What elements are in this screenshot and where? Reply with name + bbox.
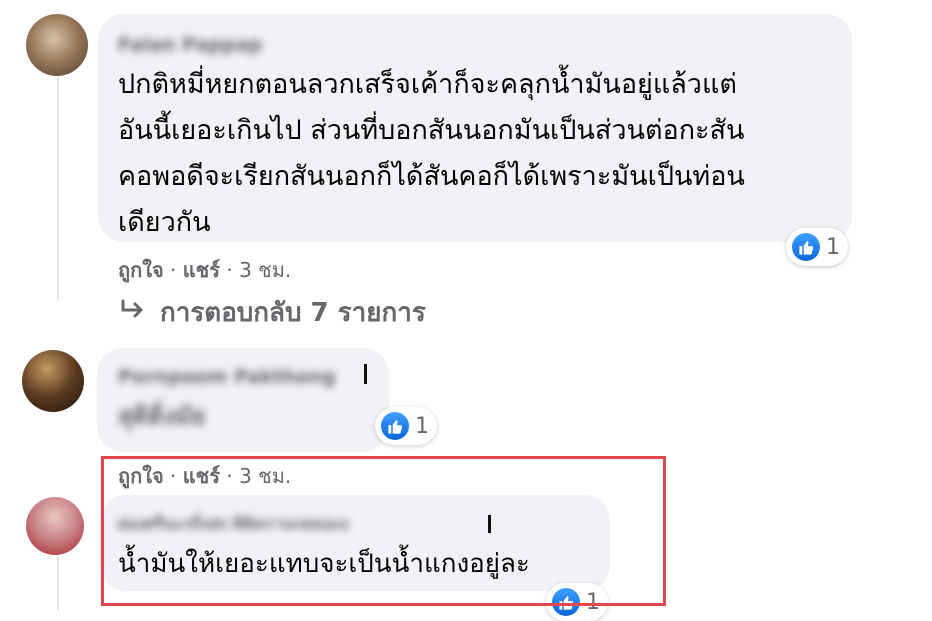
reply-arrow-icon	[120, 298, 146, 328]
comment-text: สุดิดิ่งมัย	[118, 402, 206, 430]
share-link[interactable]: แชร์	[183, 258, 220, 282]
avatar[interactable]	[22, 350, 84, 412]
comment-line: อันนี้เยอะเกินไป ส่วนที่บอกสันนอกมันเป็น…	[118, 115, 745, 146]
timestamp[interactable]: 3 ชม.	[239, 258, 291, 282]
separator: ·	[220, 258, 240, 282]
comment-author[interactable]: Falan Pappap	[118, 34, 262, 56]
reaction-badge[interactable]: 1	[375, 407, 437, 445]
comment-line: เดียวกัน	[118, 207, 211, 238]
reaction-badge[interactable]: 1	[786, 228, 848, 266]
highlight-box	[101, 456, 666, 606]
like-link[interactable]: ถูกใจ	[118, 258, 164, 282]
thread-line	[57, 70, 59, 300]
thumbs-up-icon	[381, 412, 409, 440]
comment-text: ปกติหมี่หยกตอนลวกเสร็จเค้าก็จะคลุกน้ำมัน…	[118, 62, 745, 246]
avatar[interactable]	[26, 497, 84, 555]
comment-author[interactable]: Pornpoom Pakthong	[118, 366, 336, 388]
replies-label: การตอบกลับ 7 รายการ	[160, 298, 426, 328]
text-cursor	[364, 364, 367, 384]
view-replies-link[interactable]: การตอบกลับ 7 รายการ	[120, 292, 426, 333]
comment-line: คอพอดีจะเรียกสันนอกก็ได้สันคอก็ได้เพราะม…	[118, 161, 745, 192]
thumbs-up-icon	[792, 233, 820, 261]
comment-line: ปกติหมี่หยกตอนลวกเสร็จเค้าก็จะคลุกน้ำมัน…	[118, 69, 737, 100]
reaction-count: 1	[415, 413, 429, 439]
avatar[interactable]	[26, 14, 88, 76]
reaction-count: 1	[826, 234, 840, 260]
comment-actions: ถูกใจ · แชร์ · 3 ชม.	[118, 254, 291, 286]
separator: ·	[163, 258, 183, 282]
